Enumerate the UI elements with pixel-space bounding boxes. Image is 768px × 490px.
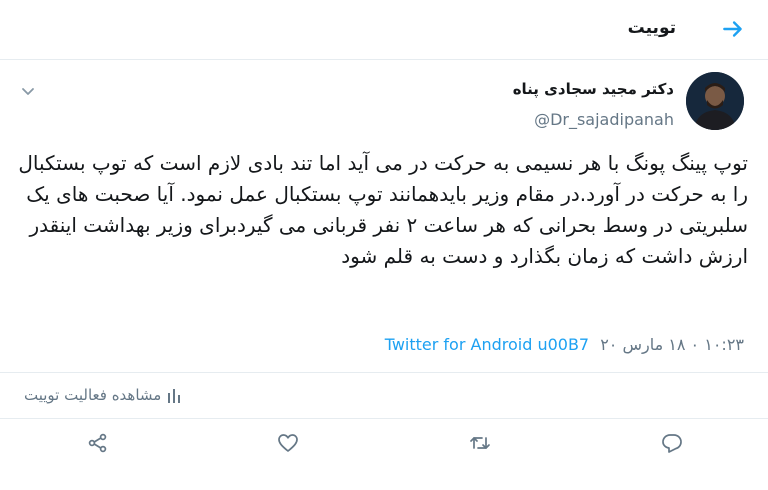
divider: [0, 418, 768, 419]
author-handle[interactable]: @Dr_sajadipanah: [534, 110, 674, 129]
page-title: توییت: [627, 18, 676, 38]
bar-chart-icon: [168, 389, 181, 403]
heart-icon[interactable]: [276, 431, 300, 455]
tweet-activity-link[interactable]: مشاهده فعالیت توییت: [24, 386, 181, 404]
chevron-down-icon[interactable]: [20, 86, 36, 98]
tweet-activity-label: مشاهده فعالیت توییت: [24, 386, 162, 404]
reply-icon[interactable]: [660, 431, 684, 455]
author-name[interactable]: دکتر مجید سجادی پناه: [513, 80, 674, 98]
share-icon[interactable]: [86, 431, 110, 455]
tweet-text: توپ پینگ پونگ با هر نسیمی به حرکت در می …: [18, 151, 748, 268]
tweet-meta: ۱۰:۲۳ ۰ ۱۸ مارس ۲۰ Twitter for Android u…: [385, 335, 744, 354]
avatar[interactable]: [686, 72, 744, 130]
retweet-icon[interactable]: [468, 431, 492, 455]
top-bar: توییت: [0, 0, 768, 60]
tweet-timestamp: ۱۰:۲۳ ۰ ۱۸ مارس ۲۰: [600, 335, 744, 354]
arrow-right-icon[interactable]: [720, 16, 746, 42]
divider: [0, 372, 768, 373]
tweet-client[interactable]: Twitter for Android u00B7: [385, 335, 589, 354]
